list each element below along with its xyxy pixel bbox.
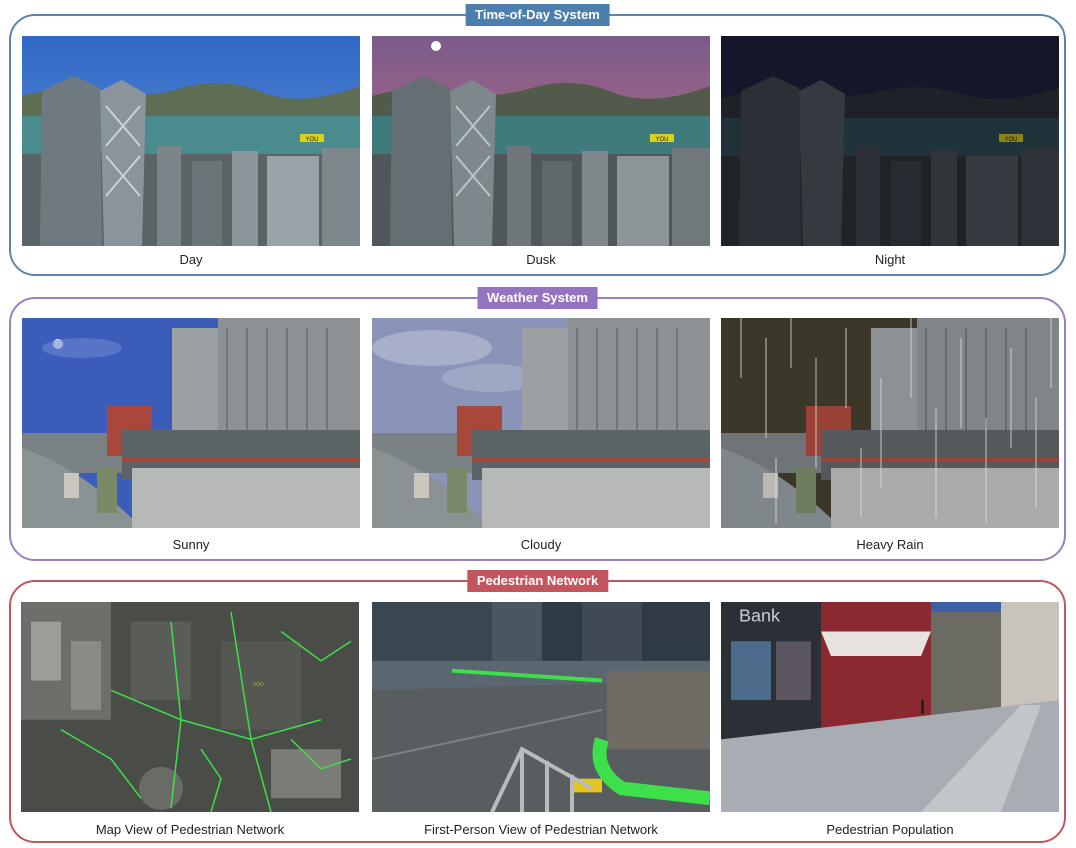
heavy-rain-image — [721, 318, 1059, 528]
you-marker-night: YOU — [1004, 137, 1017, 143]
caption-pedestrian-population: Pedestrian Population — [826, 822, 954, 837]
time-of-day-title: Time-of-Day System — [465, 4, 610, 26]
you-marker-day: YOU — [305, 137, 318, 143]
night-image: YOU — [721, 36, 1059, 246]
dusk-image: YOU — [372, 36, 710, 246]
cloudy-image — [372, 318, 710, 528]
you-marker-map: YOU — [253, 681, 264, 687]
caption-day: Day — [179, 252, 203, 267]
first-person-image — [372, 602, 710, 812]
pedestrian-title: Pedestrian Network — [466, 570, 609, 592]
sunny-image — [22, 318, 360, 528]
map-view-image: YOU — [21, 602, 359, 812]
weather-title: Weather System — [477, 287, 598, 309]
caption-dusk: Dusk — [526, 252, 556, 267]
caption-map-view: Map View of Pedestrian Network — [95, 822, 285, 837]
caption-cloudy: Cloudy — [520, 537, 562, 552]
pedestrian-population-image: Bank — [721, 602, 1059, 812]
caption-night: Night — [874, 252, 906, 267]
caption-sunny: Sunny — [172, 537, 210, 552]
day-image: YOU — [22, 36, 360, 246]
you-marker-dusk: YOU — [655, 137, 668, 143]
caption-heavy-rain: Heavy Rain — [856, 537, 924, 552]
caption-first-person: First-Person View of Pedestrian Network — [424, 822, 658, 837]
storefront-sign: Bank — [739, 606, 780, 626]
